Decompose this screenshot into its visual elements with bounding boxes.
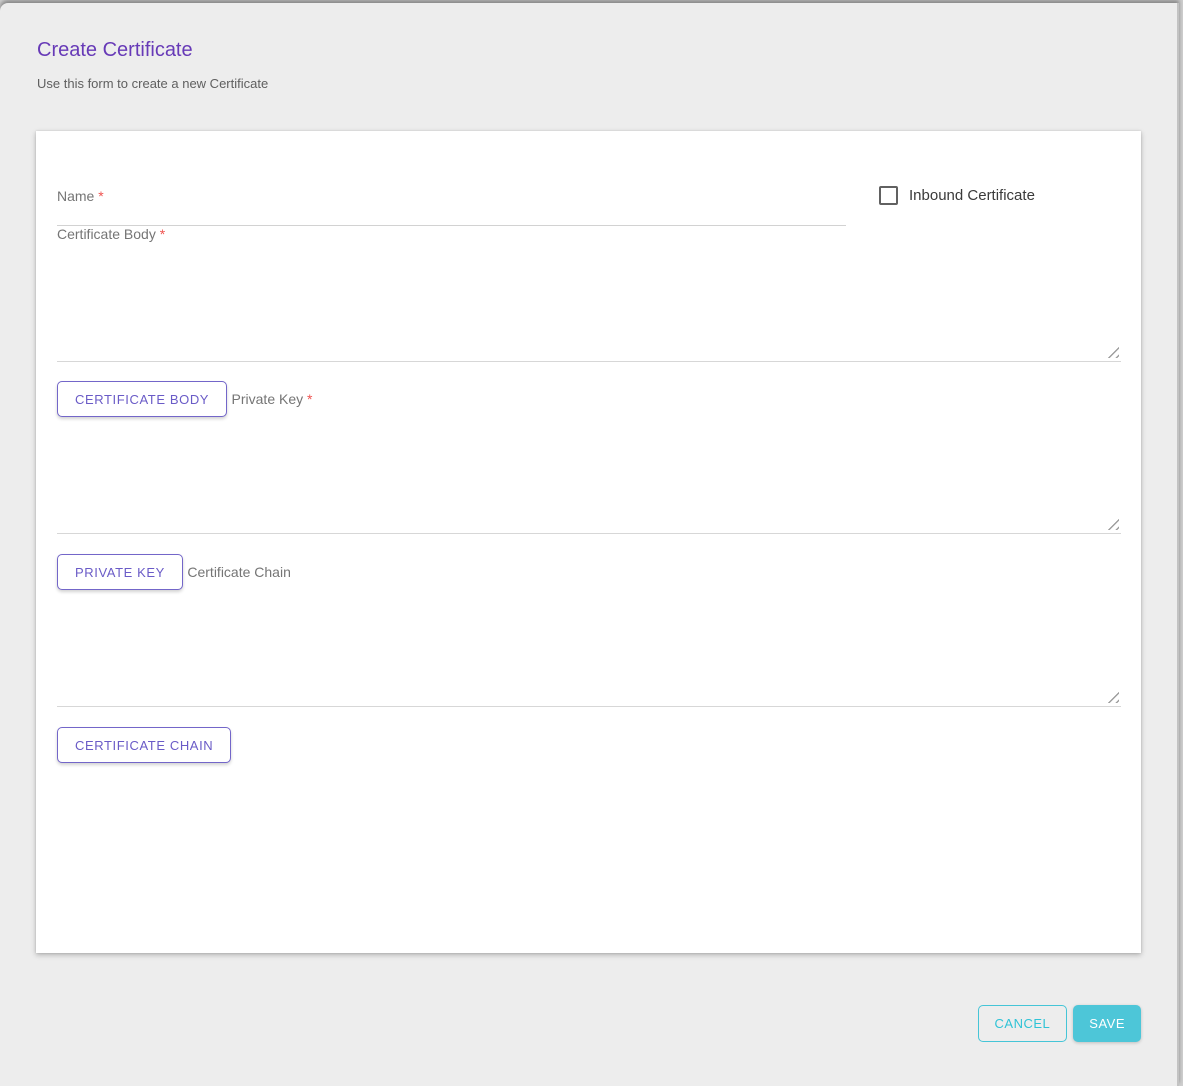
save-button[interactable]: SAVE: [1073, 1005, 1141, 1042]
cancel-button[interactable]: CANCEL: [978, 1005, 1068, 1042]
certificate-chain-upload-button[interactable]: CERTIFICATE CHAIN: [57, 727, 231, 763]
page-subtitle: Use this form to create a new Certificat…: [37, 76, 268, 91]
form-actions: CANCEL SAVE: [36, 1005, 1141, 1042]
certificate-chain-label-text: Certificate Chain: [187, 564, 291, 580]
certificate-body-textarea-wrap: [57, 247, 1121, 362]
name-row: Name * Inbound Certificate: [57, 188, 1121, 226]
name-label-text: Name: [57, 188, 94, 204]
certificate-body-label-text: Certificate Body: [57, 226, 156, 242]
private-key-label: Private Key *: [232, 391, 313, 407]
inbound-certificate-checkbox[interactable]: [879, 186, 898, 205]
certificate-chain-textarea[interactable]: [57, 593, 1121, 707]
private-key-upload-button[interactable]: PRIVATE KEY: [57, 554, 183, 590]
name-required-asterisk: *: [98, 188, 103, 204]
name-label: Name *: [57, 188, 846, 204]
private-key-label-text: Private Key: [232, 391, 304, 407]
inbound-certificate-checkbox-group[interactable]: Inbound Certificate: [879, 186, 1035, 205]
name-input[interactable]: [57, 210, 846, 226]
private-key-required-asterisk: *: [307, 391, 312, 407]
certificate-body-required-asterisk: *: [160, 226, 165, 242]
page-title: Create Certificate: [37, 39, 193, 62]
page-panel: Create Certificate Use this form to crea…: [0, 3, 1179, 1086]
certificate-chain-label: Certificate Chain: [187, 564, 291, 580]
inbound-certificate-label: Inbound Certificate: [909, 187, 1035, 204]
certificate-body-label: Certificate Body *: [57, 226, 165, 242]
certificate-body-textarea[interactable]: [57, 247, 1121, 362]
private-key-textarea[interactable]: [57, 420, 1121, 534]
certificate-chain-textarea-wrap: [57, 593, 1121, 707]
name-field-group: Name *: [57, 188, 846, 226]
certificate-body-upload-button[interactable]: CERTIFICATE BODY: [57, 381, 227, 417]
private-key-textarea-wrap: [57, 420, 1121, 534]
certificate-form-card: Name * Inbound Certificate Certificate B…: [36, 131, 1141, 953]
